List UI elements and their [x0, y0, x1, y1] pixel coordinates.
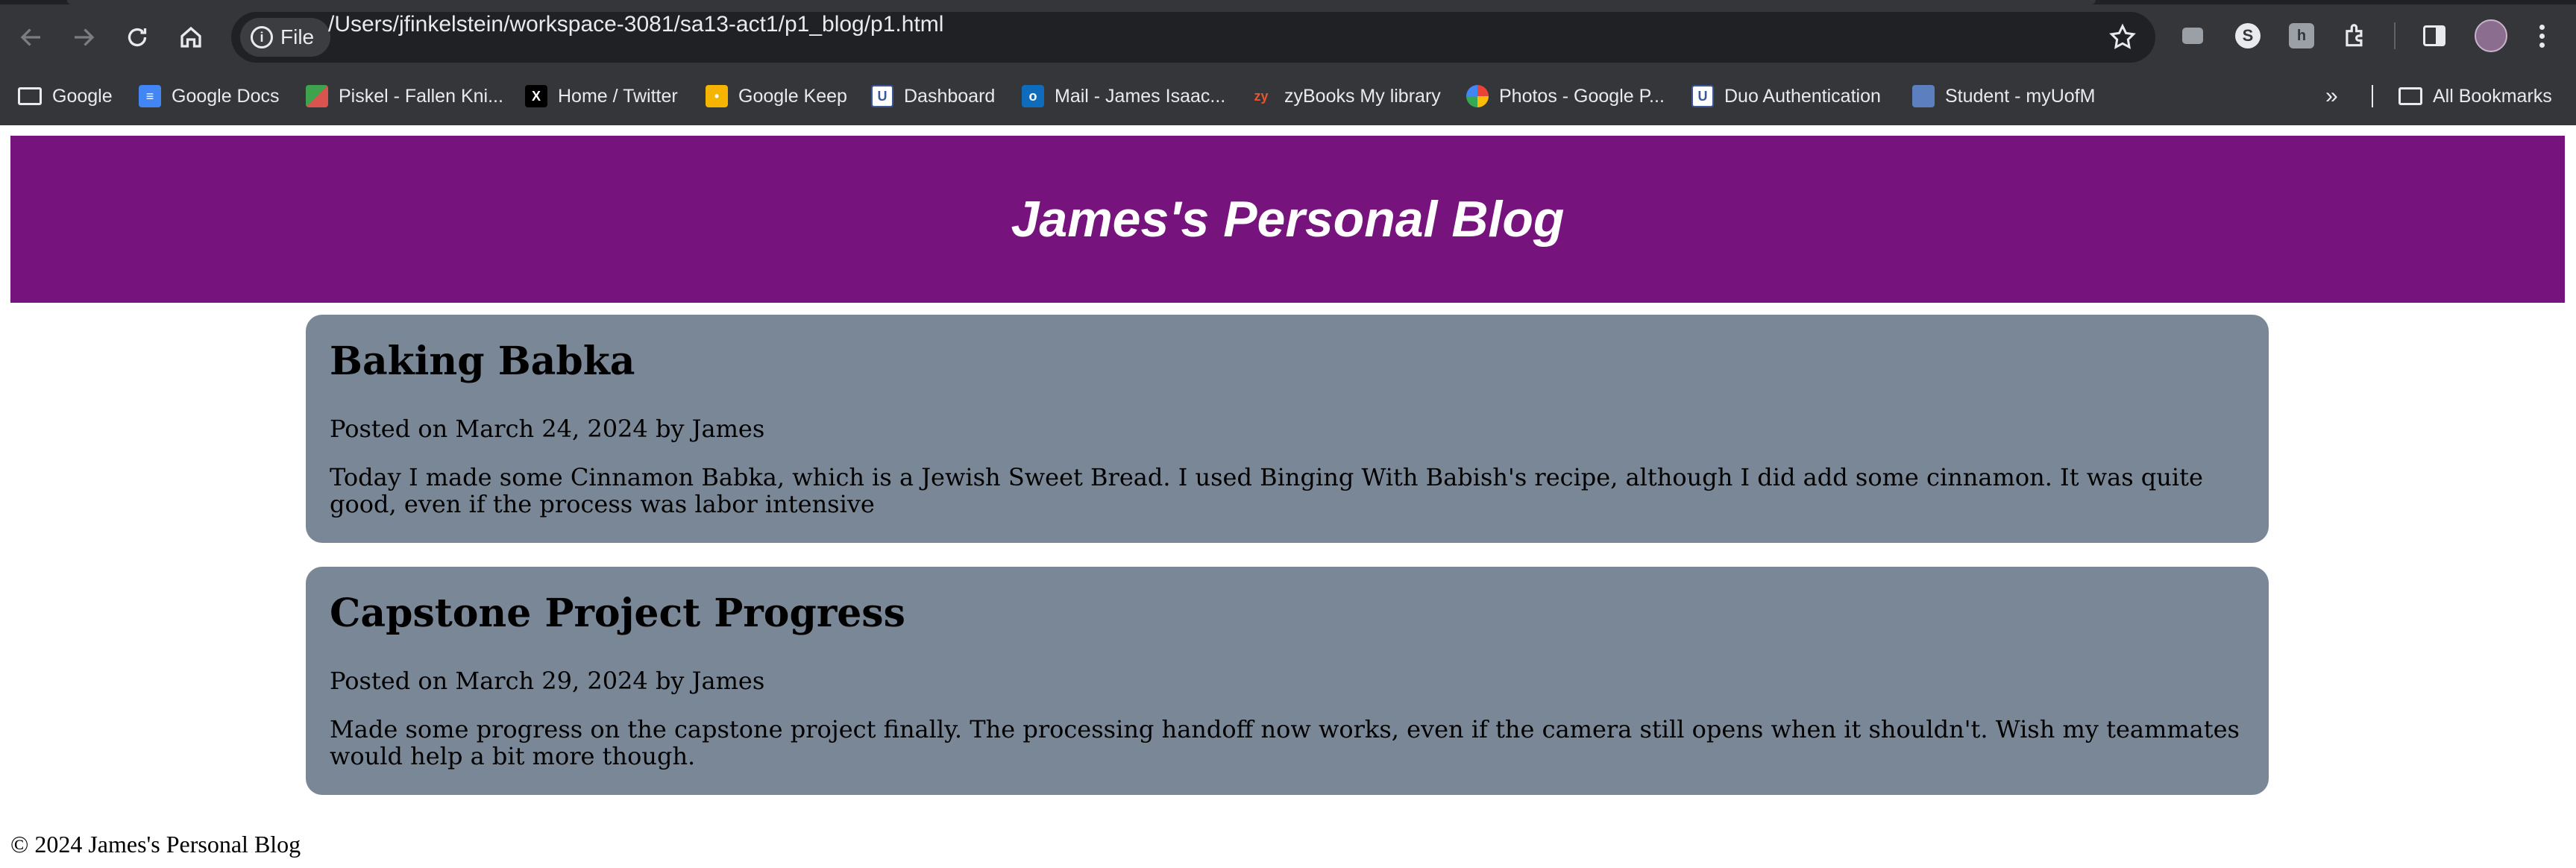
zybooks-icon: zy: [1254, 88, 1269, 104]
dashboard-icon: U: [871, 85, 893, 107]
blog-footer: © 2024 James's Personal Blog: [10, 831, 301, 858]
info-icon: i: [251, 26, 273, 48]
post-title: Capstone Project Progress: [330, 591, 905, 636]
bookmark-label: Dashboard: [904, 85, 996, 107]
extensions-puzzle-icon[interactable]: [2340, 21, 2370, 51]
outlook-icon: o: [1022, 85, 1044, 107]
bookmark-label: Google: [52, 85, 113, 107]
blog-header: James's Personal Blog: [10, 136, 2565, 303]
bookmark-star-icon[interactable]: [2108, 22, 2137, 52]
toolbar-divider: [2394, 22, 2396, 49]
bookmark-google-docs[interactable]: ≡ Google Docs: [139, 78, 280, 115]
all-bookmarks-button[interactable]: All Bookmarks: [2398, 78, 2552, 115]
post-title: Baking Babka: [330, 339, 635, 384]
chevron-double-right-icon: »: [2325, 84, 2338, 108]
bookmark-zybooks[interactable]: zy zyBooks My library: [1248, 78, 1441, 115]
bookmark-twitter[interactable]: X Home / Twitter: [525, 78, 678, 115]
profile-avatar[interactable]: [2473, 18, 2509, 54]
post-body: Today I made some Cinnamon Babka, which …: [330, 463, 2203, 518]
blog-post: Capstone Project Progress Posted on Marc…: [306, 567, 2269, 795]
bookmark-google[interactable]: Google: [18, 78, 113, 115]
piskel-icon: [306, 85, 328, 107]
bookmark-label: Student - myUofM: [1945, 85, 2096, 107]
browser-chrome: i File /Users/jfinkelstein/workspace-308…: [0, 0, 2576, 125]
site-info-label: File: [280, 25, 315, 48]
reload-icon: [128, 28, 147, 47]
bookmark-dashboard[interactable]: U Dashboard: [871, 78, 995, 115]
tab-strip: [0, 0, 2576, 4]
home-button[interactable]: [167, 13, 215, 61]
bookmark-label: Google Docs: [172, 85, 280, 107]
extension-s-icon[interactable]: S: [2233, 21, 2263, 51]
bookmark-label: Photos - Google P...: [1499, 85, 1665, 107]
bookmarks-divider: [2372, 85, 2373, 107]
arrow-right-icon: [75, 28, 95, 46]
blog-title: James's Personal Blog: [1011, 191, 1565, 248]
bookmark-google-photos[interactable]: Photos - Google P...: [1466, 78, 1665, 115]
side-panel-icon[interactable]: [2419, 21, 2449, 51]
bookmarks-bar: Google ≡ Google Docs Piskel - Fallen Kni…: [0, 78, 2576, 115]
google-keep-icon: •: [706, 85, 728, 107]
bookmark-label: Piskel - Fallen Kni...: [339, 85, 503, 107]
back-button[interactable]: [7, 13, 55, 61]
bookmark-label: Duo Authentication: [1724, 85, 1881, 107]
post-meta: Posted on March 24, 2024 by James: [330, 415, 765, 443]
google-photos-icon: [1466, 85, 1489, 107]
google-docs-icon: ≡: [139, 85, 161, 107]
bookmark-duo[interactable]: U Duo Authentication: [1691, 78, 1881, 115]
student-icon: [1912, 85, 1935, 107]
bookmark-label: Google Keep: [738, 85, 847, 107]
home-icon: [180, 26, 201, 48]
folder-icon: [18, 87, 42, 105]
extension-h-icon[interactable]: h: [2287, 21, 2316, 51]
post-meta: Posted on March 29, 2024 by James: [330, 667, 765, 695]
post-body: Made some progress on the capstone proje…: [330, 715, 2240, 770]
x-icon: X: [525, 85, 547, 107]
bookmark-piskel[interactable]: Piskel - Fallen Kni...: [306, 78, 503, 115]
arrow-left-icon: [20, 28, 40, 46]
folder-icon: [2398, 87, 2422, 105]
url-text[interactable]: /Users/jfinkelstein/workspace-3081/sa13-…: [328, 12, 943, 63]
bookmark-label: Home / Twitter: [558, 85, 678, 107]
address-bar[interactable]: i File /Users/jfinkelstein/workspace-308…: [231, 12, 2155, 63]
bookmarks-overflow-button[interactable]: »: [2325, 78, 2338, 115]
forward-button[interactable]: [60, 13, 107, 61]
active-tab[interactable]: [67, 0, 2096, 4]
extension-cast-icon[interactable]: [2178, 21, 2208, 51]
duo-icon: U: [1691, 85, 1714, 107]
bookmark-google-keep[interactable]: • Google Keep: [706, 78, 847, 115]
site-info-chip[interactable]: i File: [240, 18, 331, 57]
menu-kebab-icon[interactable]: [2527, 21, 2557, 51]
bookmark-label: Mail - James Isaac...: [1055, 85, 1226, 107]
all-bookmarks-label: All Bookmarks: [2433, 85, 2552, 107]
reload-button[interactable]: [113, 13, 161, 61]
bookmark-student[interactable]: Student - myUofM: [1912, 78, 2095, 115]
bookmark-label: zyBooks My library: [1284, 85, 1441, 107]
blog-post: Baking Babka Posted on March 24, 2024 by…: [306, 315, 2269, 543]
bookmark-mail[interactable]: o Mail - James Isaac...: [1022, 78, 1225, 115]
